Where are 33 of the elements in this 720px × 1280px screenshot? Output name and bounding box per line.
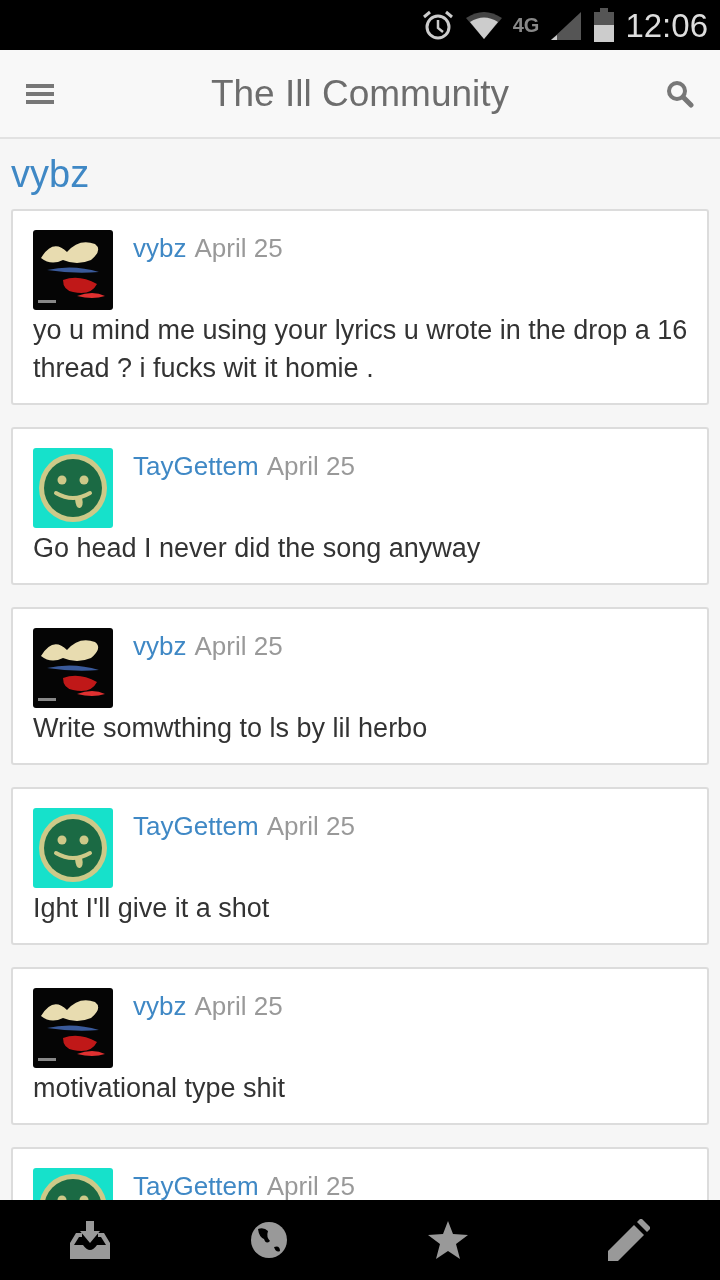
smiley-avatar-icon [33, 808, 113, 888]
inbox-download-icon[interactable] [70, 1221, 110, 1259]
signal-icon [549, 10, 584, 40]
post-text: motivational type shit [33, 1072, 287, 1105]
post-date: April 25 [266, 1170, 355, 1202]
clock-time: 12:06 [625, 8, 708, 42]
author-name[interactable]: TayGettem [133, 1170, 259, 1202]
post-date: April 25 [266, 450, 355, 482]
globe-icon[interactable] [250, 1221, 288, 1259]
network-type-text: 4G [512, 15, 540, 35]
wifi-icon [464, 10, 503, 40]
app-title: The Ill Community [210, 71, 510, 116]
thread-username: vybz [11, 152, 91, 197]
pencil-icon[interactable] [608, 1219, 650, 1261]
post-text: yo u mind me using your lyrics u wrote in the drop a 16 thread ? i fucks wit it homie . [33, 314, 689, 385]
search-icon[interactable] [666, 79, 694, 108]
smiley-avatar-icon [33, 448, 113, 528]
battery-icon [593, 8, 616, 42]
author-name[interactable]: vybz [133, 630, 187, 662]
author-name[interactable]: vybz [133, 232, 187, 264]
star-icon[interactable] [428, 1221, 468, 1259]
post-date: April 25 [194, 990, 283, 1022]
author-name[interactable]: TayGettem [133, 450, 259, 482]
post-text: Write somwthing to ls by lil herbo [33, 712, 429, 745]
author-name[interactable]: TayGettem [133, 810, 259, 842]
menu-icon[interactable] [26, 81, 54, 106]
post-text: Go head I never did the song anyway [33, 532, 482, 565]
post-date: April 25 [194, 630, 283, 662]
post-date: April 25 [266, 810, 355, 842]
author-name[interactable]: vybz [133, 990, 187, 1022]
alarm-icon [420, 8, 455, 42]
post-text: Ight I'll give it a shot [33, 892, 271, 925]
post-date: April 25 [194, 232, 283, 264]
